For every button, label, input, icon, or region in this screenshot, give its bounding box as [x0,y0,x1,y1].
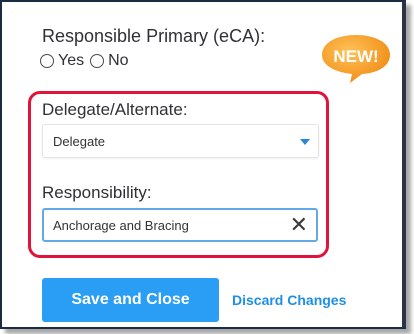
radio-no[interactable] [90,54,105,68]
discard-changes-link[interactable]: Discard Changes [232,292,346,308]
new-badge-icon: NEW! [322,35,390,83]
responsible-primary-radio-group: Yes No [40,52,135,70]
close-icon[interactable]: ✕ [290,214,308,236]
responsibility-label: Responsibility: [42,183,152,202]
dialog-panel: Responsible Primary (eCA): Yes No NEW! D… [0,0,406,329]
new-badge-text: NEW! [333,47,378,66]
radio-yes-label[interactable]: Yes [58,52,84,70]
chevron-down-icon[interactable] [300,139,310,145]
save-and-close-button[interactable]: Save and Close [42,278,219,322]
delegate-select[interactable]: Delegate [42,124,319,158]
radio-yes[interactable] [40,54,54,68]
responsibility-input[interactable]: Anchorage and Bracing ✕ [42,208,318,242]
delegate-label: Delegate/Alternate: [42,100,188,119]
responsible-primary-label: Responsible Primary (eCA): [42,26,266,46]
responsibility-input-value: Anchorage and Bracing [53,218,189,233]
delegate-select-value: Delegate [53,134,106,149]
radio-no-label[interactable]: No [108,52,128,70]
